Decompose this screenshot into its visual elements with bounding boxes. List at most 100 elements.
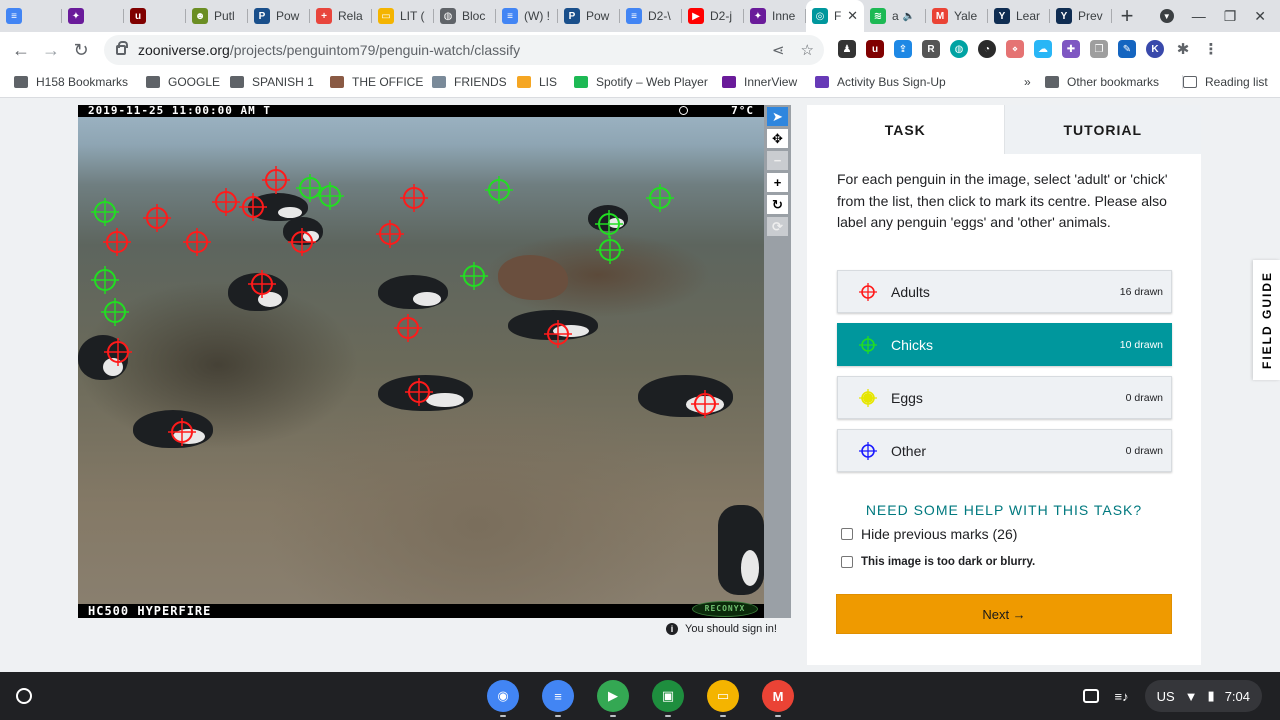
- browser-tab[interactable]: ≡ (W) !: [496, 0, 558, 32]
- google-slides-icon[interactable]: ▭: [707, 680, 739, 717]
- k-extension-icon[interactable]: K: [1146, 40, 1164, 58]
- browser-tab[interactable]: + Rela: [310, 0, 372, 32]
- adult-mark[interactable]: [288, 228, 316, 256]
- share-extension-icon[interactable]: ⋄: [1006, 40, 1024, 58]
- extensions-puzzle-icon[interactable]: ✱: [1174, 40, 1192, 58]
- bookmark-item[interactable]: Activity Bus Sign-Up: [815, 75, 946, 89]
- restore-icon[interactable]: ❐: [1224, 8, 1237, 25]
- bookmark-star-icon[interactable]: ☆: [801, 41, 814, 59]
- bookmark-item[interactable]: SPANISH 1: [230, 75, 314, 89]
- choice-eggs[interactable]: Eggs 0 drawn: [837, 376, 1172, 419]
- bookmark-item[interactable]: FRIENDS: [432, 75, 507, 89]
- browser-tab[interactable]: u: [124, 0, 186, 32]
- spy-extension-icon[interactable]: ♟: [838, 40, 856, 58]
- browser-tab[interactable]: ▶ D2-j: [682, 0, 744, 32]
- r-extension-icon[interactable]: R: [922, 40, 940, 58]
- reading-list[interactable]: Reading list: [1182, 75, 1268, 89]
- browser-tab[interactable]: ≡: [0, 0, 62, 32]
- zoom-out-tool-button[interactable]: −: [767, 151, 788, 170]
- pan-tool-button[interactable]: ✥: [767, 129, 788, 148]
- reset-tool-button[interactable]: ⟳: [767, 217, 788, 236]
- choice-adults[interactable]: Adults 16 drawn: [837, 270, 1172, 313]
- chrome-icon[interactable]: ◉: [487, 680, 519, 717]
- adult-mark[interactable]: [400, 184, 428, 212]
- play-store-icon[interactable]: ▶: [597, 680, 629, 717]
- adult-mark[interactable]: [691, 390, 719, 418]
- browser-tab[interactable]: Y Lear: [988, 0, 1050, 32]
- chick-mark[interactable]: [485, 176, 513, 204]
- pin-extension-icon[interactable]: ⇪: [894, 40, 912, 58]
- chick-mark[interactable]: [101, 298, 129, 326]
- adult-mark[interactable]: [183, 228, 211, 256]
- google-classroom-icon[interactable]: ▣: [652, 680, 684, 717]
- address-bar[interactable]: zooniverse.org/projects/penguintom79/pen…: [104, 35, 824, 65]
- holding-space-icon[interactable]: [1082, 689, 1099, 703]
- annotation-marks-layer[interactable]: [78, 105, 764, 618]
- adult-mark[interactable]: [544, 320, 572, 348]
- status-area[interactable]: US ▼ ▮ 7:04: [1144, 680, 1262, 712]
- google-docs-icon[interactable]: ≡: [542, 680, 574, 717]
- browser-tab[interactable]: P Pow: [248, 0, 310, 32]
- ublock-extension-icon[interactable]: u: [866, 40, 884, 58]
- cloud-extension-icon[interactable]: ☁: [1034, 40, 1052, 58]
- launcher-icon[interactable]: [16, 688, 32, 704]
- media-controls-icon[interactable]: ≡♪: [1115, 689, 1129, 704]
- bookmark-item[interactable]: GOOGLE: [146, 75, 220, 89]
- close-window-icon[interactable]: ✕: [1254, 8, 1266, 25]
- adult-mark[interactable]: [248, 270, 276, 298]
- browser-tab[interactable]: M Yale: [926, 0, 988, 32]
- share-icon[interactable]: ⋖: [772, 41, 785, 59]
- chick-mark[interactable]: [460, 262, 488, 290]
- adult-mark[interactable]: [262, 166, 290, 194]
- menu-kebab-icon[interactable]: ⋮: [1202, 40, 1220, 58]
- browser-tab[interactable]: ≡ D2-\: [620, 0, 682, 32]
- browser-tab[interactable]: ✦: [62, 0, 124, 32]
- adult-mark[interactable]: [239, 193, 267, 221]
- task-help-link[interactable]: NEED SOME HELP WITH THIS TASK?: [807, 502, 1201, 518]
- tab-task[interactable]: TASK: [807, 105, 1004, 154]
- bookmark-item[interactable]: Spotify – Web Player: [574, 75, 708, 89]
- browser-tab[interactable]: ☻ Putl: [186, 0, 248, 32]
- zoom-in-tool-button[interactable]: +: [767, 173, 788, 192]
- chick-mark[interactable]: [646, 184, 674, 212]
- tab-tutorial[interactable]: TUTORIAL: [1003, 105, 1201, 154]
- browser-tab[interactable]: ▭ LIT (: [372, 0, 434, 32]
- adult-mark[interactable]: [143, 204, 171, 232]
- adult-mark[interactable]: [104, 338, 132, 366]
- adult-mark[interactable]: [103, 228, 131, 256]
- pen-extension-icon[interactable]: ✎: [1118, 40, 1136, 58]
- choice-chicks[interactable]: Chicks 10 drawn: [837, 323, 1172, 366]
- browser-tab[interactable]: ≋ a 🔈: [864, 0, 926, 32]
- chick-mark[interactable]: [596, 236, 624, 264]
- forward-icon[interactable]: →: [36, 40, 66, 61]
- tab-close-icon[interactable]: ✕: [847, 8, 858, 24]
- adult-mark[interactable]: [405, 378, 433, 406]
- hide-previous-marks-checkbox[interactable]: Hide previous marks (26): [841, 526, 1017, 542]
- minimize-icon[interactable]: —: [1192, 8, 1206, 24]
- pointer-tool-button[interactable]: ➤: [767, 107, 788, 126]
- adult-mark[interactable]: [394, 314, 422, 342]
- browser-tab[interactable]: Y Prev: [1050, 0, 1112, 32]
- browser-tab[interactable]: ✦ Inne: [744, 0, 806, 32]
- color-extension-icon[interactable]: ◍: [950, 40, 968, 58]
- browser-tab[interactable]: ◎ F ✕: [806, 0, 864, 32]
- bookmarks-overflow-chevron-icon[interactable]: »: [1024, 75, 1031, 89]
- rotate-tool-button[interactable]: ↻: [767, 195, 788, 214]
- lock-icon[interactable]: [116, 41, 128, 55]
- browser-tab[interactable]: ◍ Bloc: [434, 0, 496, 32]
- tab-search-icon[interactable]: ▼: [1159, 9, 1174, 23]
- checkbox[interactable]: [841, 556, 853, 568]
- gmail-icon[interactable]: M: [762, 680, 794, 717]
- copy-extension-icon[interactable]: ❐: [1090, 40, 1108, 58]
- bookmark-item[interactable]: InnerView: [722, 75, 797, 89]
- reload-icon[interactable]: ↻: [66, 40, 96, 61]
- bookmark-item[interactable]: LIS: [517, 75, 557, 89]
- checkbox[interactable]: [841, 528, 853, 540]
- field-guide-tab[interactable]: FIELD GUIDE: [1253, 260, 1280, 380]
- chick-mark[interactable]: [595, 210, 623, 238]
- adult-mark[interactable]: [376, 220, 404, 248]
- other-bookmarks[interactable]: Other bookmarks: [1045, 75, 1159, 89]
- tab-audio-icon[interactable]: 🔈: [903, 11, 915, 22]
- browser-tab[interactable]: P Pow: [558, 0, 620, 32]
- chick-mark[interactable]: [91, 198, 119, 226]
